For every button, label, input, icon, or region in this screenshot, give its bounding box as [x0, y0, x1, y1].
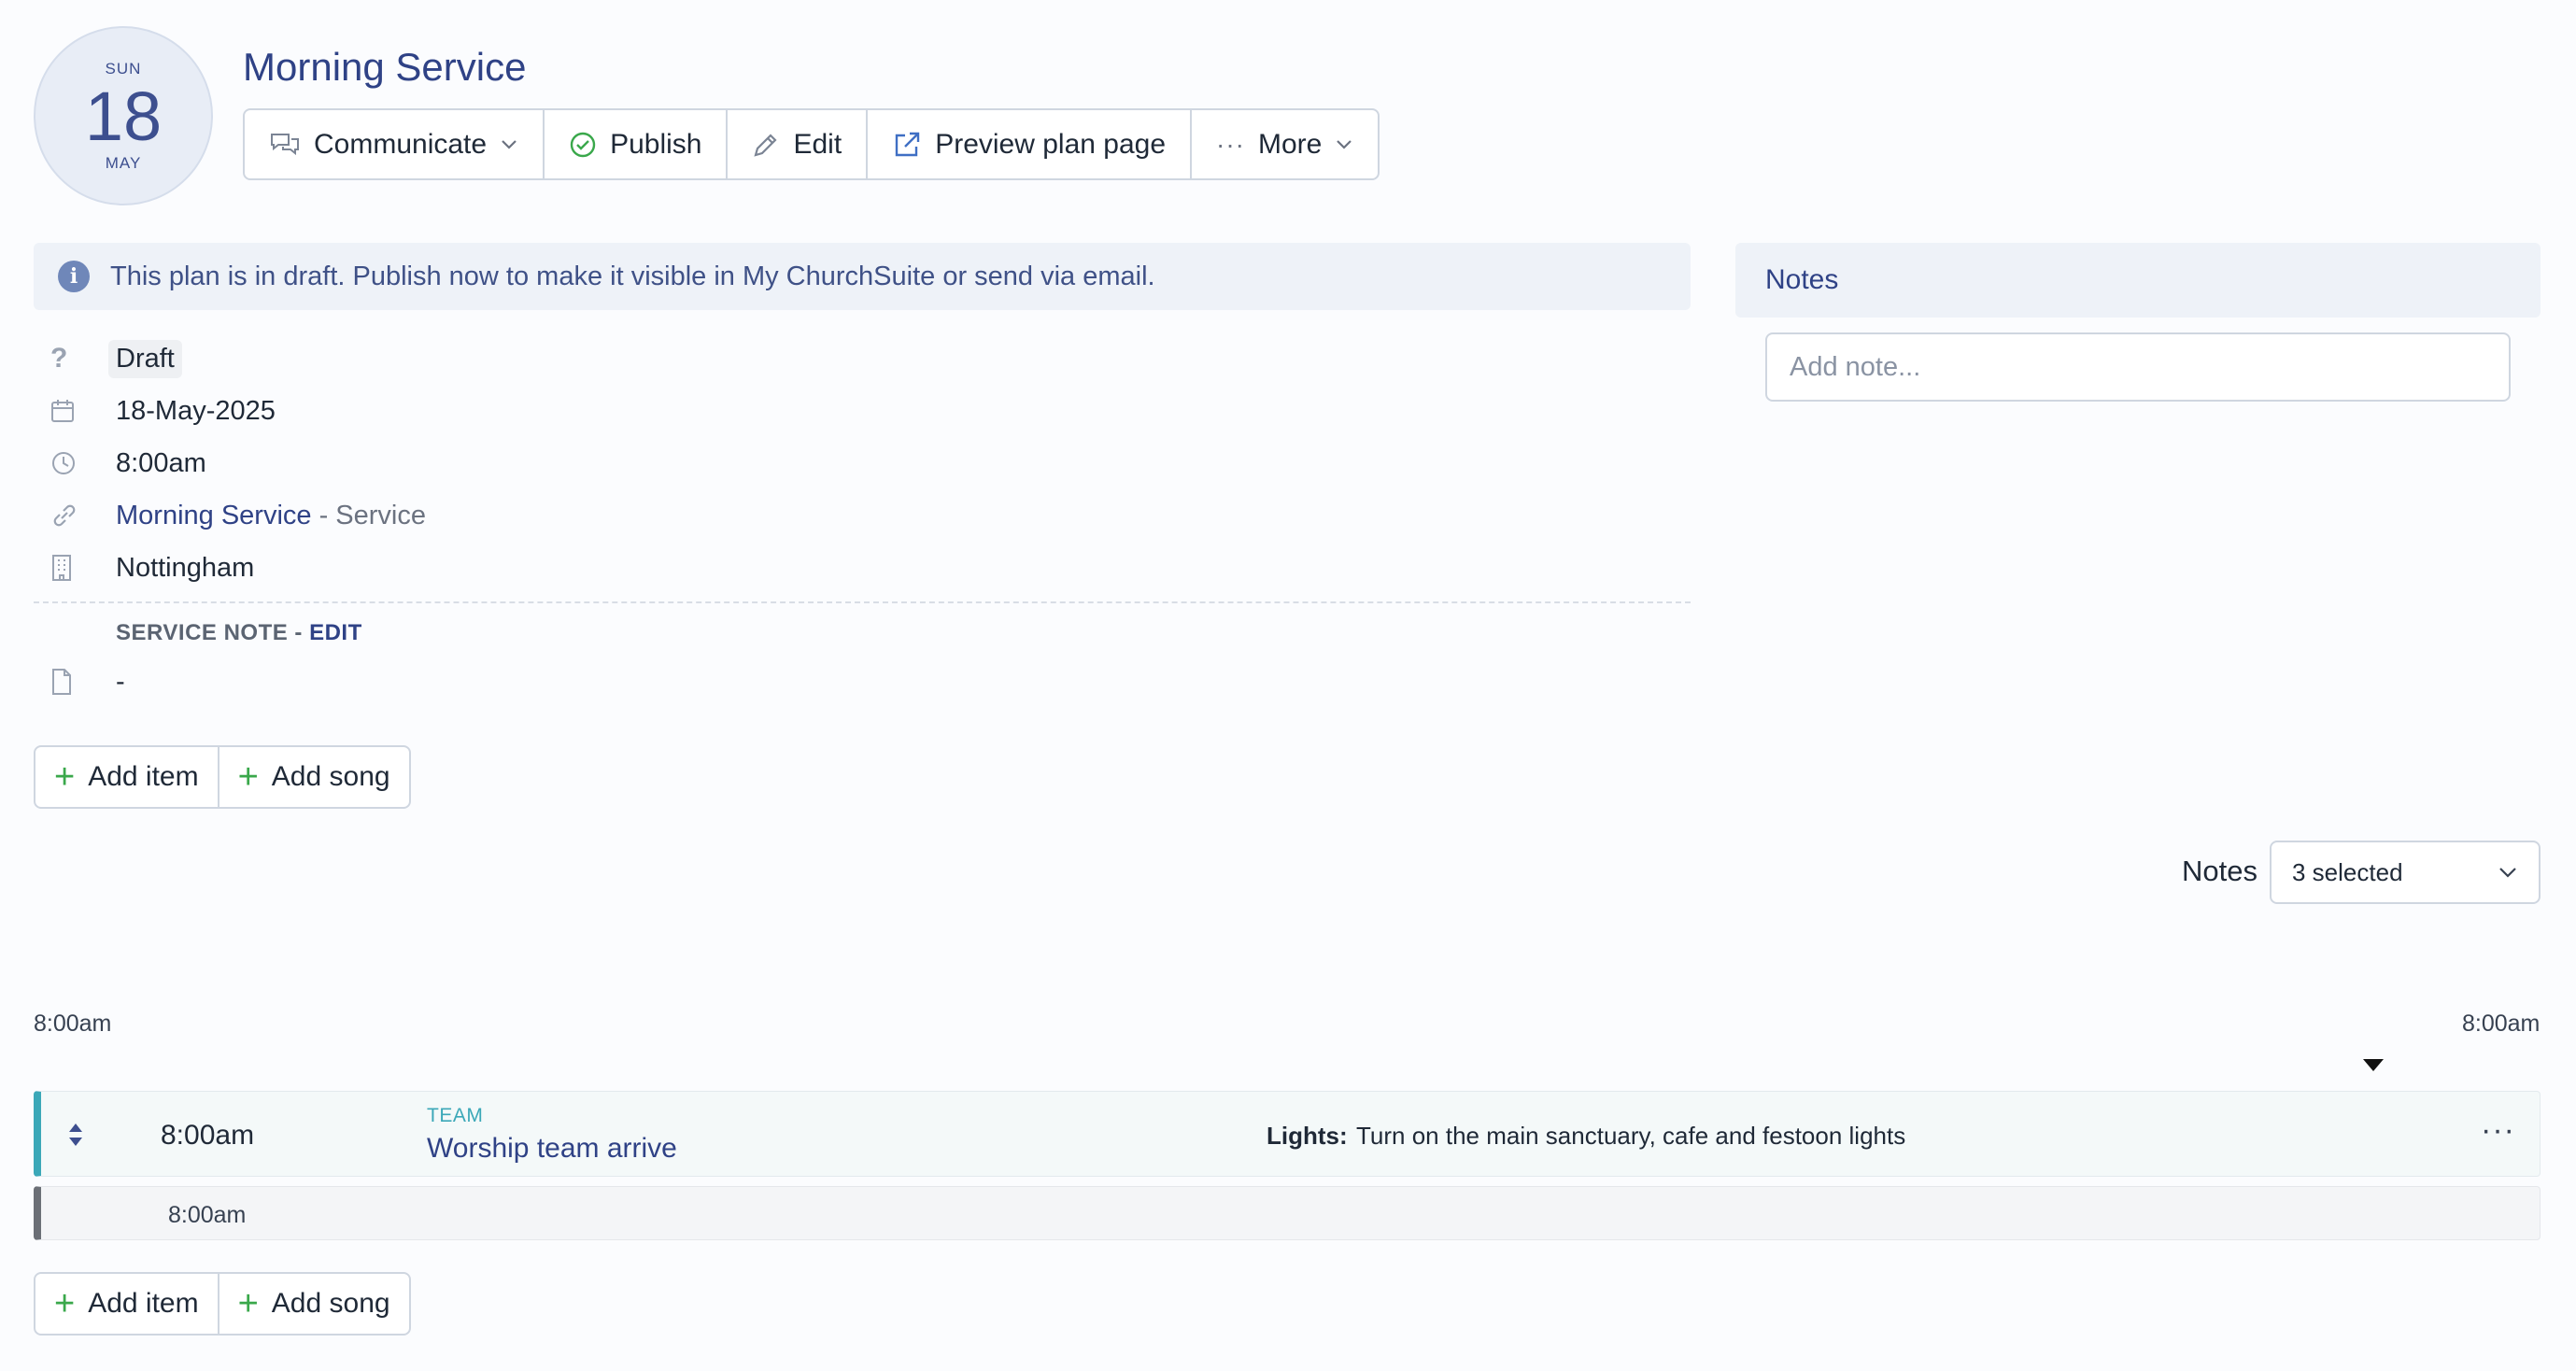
add-song-button[interactable]: + Add song — [219, 1274, 409, 1334]
date-day-of-week: SUN — [105, 60, 142, 78]
publish-label: Publish — [610, 128, 702, 160]
chevron-down-icon — [502, 139, 517, 149]
pencil-icon — [754, 133, 778, 157]
add-actions-top: + Add item + Add song — [34, 745, 411, 809]
item-note-label: Lights: — [1267, 1122, 1348, 1150]
notes-filter-select[interactable]: 3 selected — [2270, 841, 2541, 904]
status-row: ? Draft — [34, 336, 182, 381]
add-item-button[interactable]: + Add item — [35, 1274, 219, 1334]
service-type: - Service — [311, 500, 427, 530]
info-icon: i — [58, 261, 90, 292]
end-marker-time: 8:00am — [168, 1202, 247, 1228]
item-more-icon[interactable]: ··· — [2481, 1112, 2515, 1149]
link-icon — [34, 502, 116, 530]
reorder-handle-icon[interactable] — [67, 1122, 84, 1152]
draft-info-banner: i This plan is in draft. Publish now to … — [34, 243, 1691, 310]
check-circle-icon — [570, 132, 596, 157]
page-title: Morning Service — [243, 45, 527, 89]
preview-plan-page-button[interactable]: Preview plan page — [868, 110, 1193, 178]
notes-filter-value: 3 selected — [2292, 857, 2403, 886]
edit-label: Edit — [793, 128, 842, 160]
status-badge: Draft — [108, 339, 182, 378]
publish-button[interactable]: Publish — [545, 110, 729, 178]
site-row: Nottingham — [34, 545, 254, 590]
external-link-icon — [895, 132, 920, 156]
clock-icon — [34, 450, 116, 476]
item-time: 8:00am — [161, 1120, 255, 1151]
draft-info-text: This plan is in draft. Publish now to ma… — [110, 261, 1155, 291]
plan-end-row: 8:00am — [34, 1186, 2541, 1240]
chevron-down-icon — [1337, 139, 1352, 149]
timeline-end-time: 8:00am — [2462, 1011, 2541, 1037]
edit-button[interactable]: Edit — [728, 110, 869, 178]
more-button[interactable]: ··· More — [1192, 110, 1378, 178]
plus-icon: + — [54, 1284, 76, 1323]
ellipsis-icon: ··· — [1216, 129, 1245, 159]
add-actions-bottom: + Add item + Add song — [34, 1272, 411, 1336]
plan-page: SUN 18 MAY Morning Service Communicate P… — [0, 0, 2576, 1371]
date-badge: SUN 18 MAY — [34, 26, 213, 205]
service-note-heading: SERVICE NOTE - EDIT — [116, 620, 362, 646]
service-row: Morning Service - Service — [34, 493, 426, 538]
add-song-label: Add song — [271, 761, 390, 792]
calendar-icon — [34, 398, 116, 424]
plan-toolbar: Communicate Publish Edit Preview plan pa… — [243, 108, 1380, 180]
divider — [34, 601, 1691, 603]
chevron-down-icon — [2499, 867, 2516, 878]
add-song-button[interactable]: + Add song — [219, 747, 409, 807]
time-row: 8:00am — [34, 441, 206, 486]
preview-label: Preview plan page — [935, 128, 1167, 160]
service-note-edit-link[interactable]: EDIT — [309, 620, 362, 645]
timeline-start-time: 8:00am — [34, 1011, 112, 1037]
more-label: More — [1258, 128, 1323, 160]
plan-time: 8:00am — [116, 447, 206, 478]
current-time-marker-icon — [2363, 1059, 2384, 1071]
communicate-button[interactable]: Communicate — [245, 110, 545, 178]
question-icon: ? — [50, 343, 68, 374]
notes-filter-label: Notes — [2182, 855, 2258, 887]
item-type: TEAM — [427, 1105, 484, 1126]
service-note-label: SERVICE NOTE - — [116, 620, 310, 645]
service-note-row: - — [34, 659, 125, 704]
plus-icon: + — [237, 757, 259, 797]
site-name: Nottingham — [116, 552, 255, 583]
notes-panel-title: Notes — [1765, 264, 1839, 295]
communicate-label: Communicate — [314, 128, 488, 160]
notes-panel-header: Notes — [1735, 243, 2541, 318]
item-note-text: Turn on the main sanctuary, cafe and fes… — [1356, 1122, 1906, 1150]
plan-date: 18-May-2025 — [116, 395, 276, 426]
date-row: 18-May-2025 — [34, 389, 276, 433]
item-title[interactable]: Worship team arrive — [427, 1133, 677, 1165]
date-day: 18 — [84, 78, 163, 155]
add-item-button[interactable]: + Add item — [35, 747, 219, 807]
chat-icon — [271, 133, 299, 155]
add-item-label: Add item — [88, 761, 199, 792]
service-note-value: - — [116, 666, 125, 697]
file-icon — [34, 668, 116, 696]
add-note-input[interactable] — [1765, 332, 2511, 402]
plus-icon: + — [237, 1284, 259, 1323]
add-item-label: Add item — [88, 1288, 199, 1319]
date-month: MAY — [105, 154, 142, 172]
add-song-label: Add song — [271, 1288, 390, 1319]
building-icon — [34, 554, 116, 582]
service-link[interactable]: Morning Service — [116, 501, 312, 530]
plus-icon: + — [54, 757, 76, 797]
plan-item-row[interactable]: 8:00am TEAM Worship team arrive Lights: … — [34, 1091, 2541, 1177]
